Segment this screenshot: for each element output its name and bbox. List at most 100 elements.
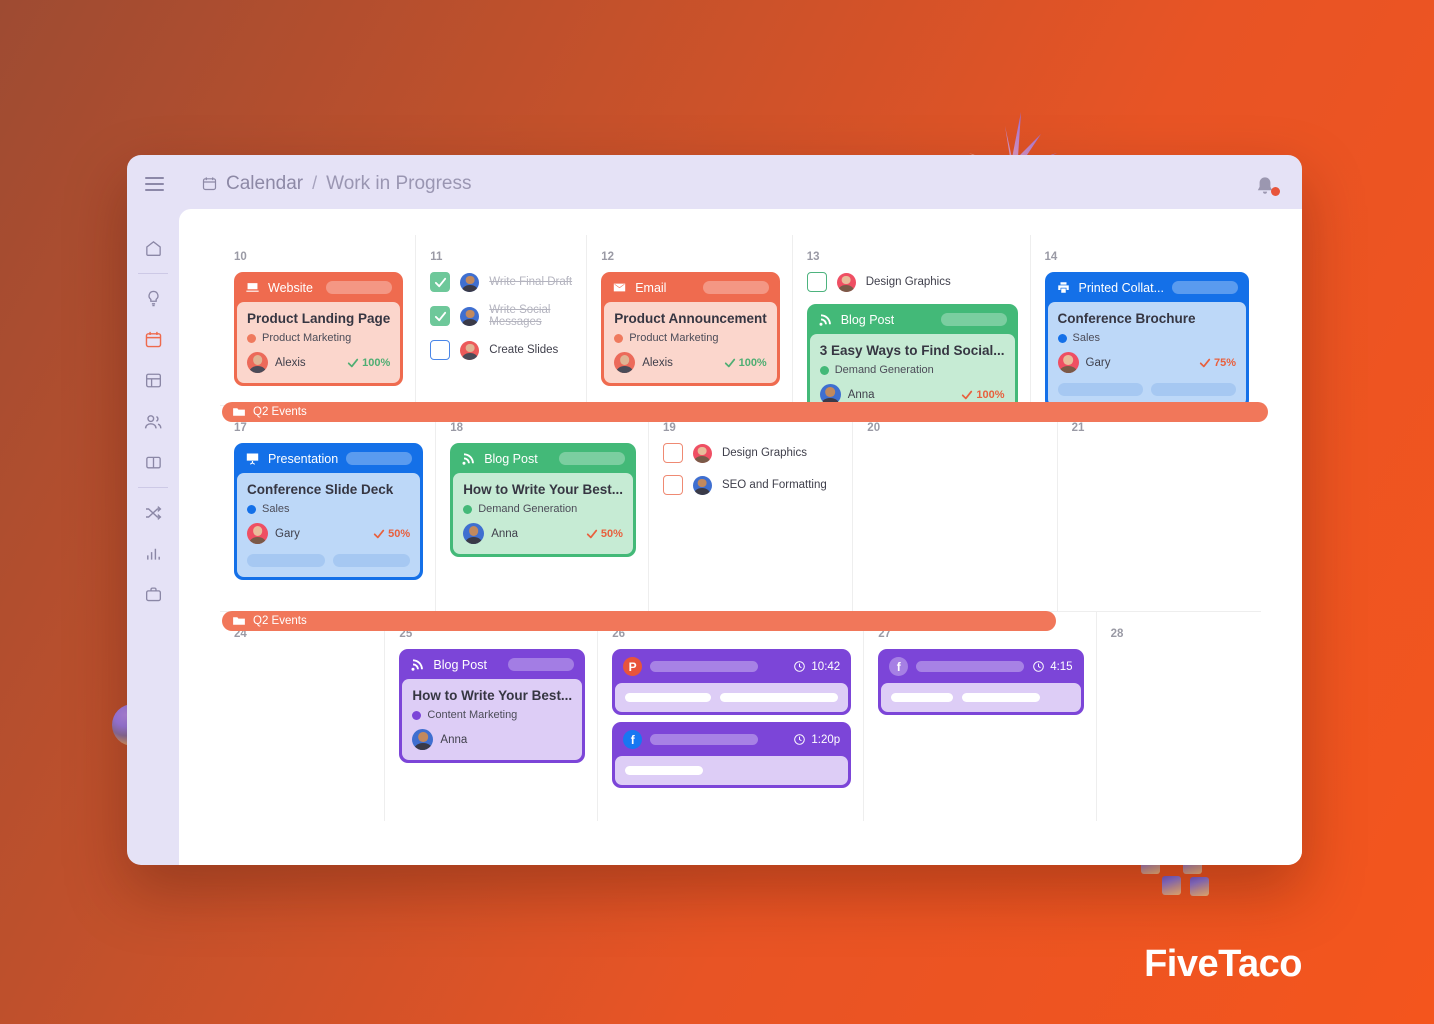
completion-percent: 100%	[347, 357, 390, 369]
check-icon	[724, 358, 735, 367]
calendar-day-cell[interactable]: 27 f 4:15	[864, 611, 1097, 821]
event-title: 3 Easy Ways to Find Social...	[819, 343, 1005, 358]
sidebar-item-home[interactable]	[132, 228, 174, 269]
gradient-square-decoration	[1190, 877, 1209, 896]
checkbox[interactable]	[430, 272, 451, 292]
event-card[interactable]: Email Product Announcement Product Marketi…	[601, 272, 780, 386]
checkbox[interactable]	[662, 443, 683, 463]
avatar	[614, 352, 636, 373]
check-icon	[434, 311, 446, 321]
completion-percent: 100%	[724, 357, 767, 369]
calendar-day-cell[interactable]: 20	[853, 405, 1058, 611]
sidebar-item-automations[interactable]	[132, 492, 174, 533]
event-card[interactable]: Printed Collat... Conference Brochure Sale…	[1044, 272, 1249, 409]
event-card-body: Conference Slide Deck Sales Gary 50%	[237, 473, 421, 577]
breadcrumb-item-calendar[interactable]: Calendar	[226, 173, 303, 195]
folder-icon	[233, 408, 245, 416]
checklist-item[interactable]: SEO and Formatting	[662, 475, 840, 495]
checklist-label: Write Final Draft	[489, 276, 573, 288]
calendar-day-cell[interactable]: 13 Design Graphics Blog Post 3 Easy Ways to…	[793, 235, 1031, 418]
checklist-item[interactable]: Write Final Draft	[430, 272, 574, 292]
avatar	[460, 340, 480, 360]
q2-events-label: Q2 Events	[253, 406, 307, 418]
envelope-icon	[614, 283, 626, 292]
assignee-name: Gary	[1085, 356, 1111, 369]
app-window: Calendar / Work in Progress 10 Website P…	[127, 155, 1302, 865]
checklist-item[interactable]: Write Social Messages	[430, 304, 574, 328]
placeholder-bar	[1057, 383, 1143, 396]
event-card-body: How to Write Your Best... Content Marketi…	[402, 679, 583, 760]
tag-color-dot	[412, 710, 422, 720]
event-card[interactable]: Blog Post 3 Easy Ways to Find Social... De…	[806, 304, 1018, 418]
event-card-body: Conference Brochure Sales Gary 75%	[1047, 302, 1246, 406]
assignee-name: Alexis	[275, 356, 306, 369]
event-title: How to Write Your Best...	[412, 688, 573, 703]
checkbox[interactable]	[662, 475, 683, 495]
gradient-square-decoration	[1162, 876, 1181, 895]
calendar-day-cell[interactable]: 28	[1096, 611, 1261, 821]
event-type-label: Printed Collat...	[1078, 280, 1164, 295]
clock-icon	[1033, 661, 1044, 672]
percent-value: 50%	[388, 527, 411, 540]
hamburger-menu-icon[interactable]	[145, 176, 171, 191]
calendar-day-cell[interactable]: 26 P 10:42 f 1:20p	[598, 611, 865, 821]
pinterest-icon: P	[623, 657, 643, 676]
sidebar-item-calendar[interactable]	[132, 319, 174, 360]
checklist-item[interactable]: Design Graphics	[806, 272, 1018, 292]
calendar-day-cell[interactable]: 18 Blog Post How to Write Your Best... Dema…	[436, 405, 649, 611]
placeholder-line	[962, 693, 1041, 702]
sidebar-item-analytics[interactable]	[132, 533, 174, 574]
breadcrumb-item-work-in-progress[interactable]: Work in Progress	[326, 173, 471, 195]
checkbox[interactable]	[430, 306, 451, 326]
social-post-card[interactable]: P 10:42	[612, 649, 852, 715]
calendar-day-cell[interactable]: 25 Blog Post How to Write Your Best... Cont…	[385, 611, 599, 821]
event-card-body: Product Announcement Product Marketing Ale…	[604, 302, 777, 383]
calendar-day-cell[interactable]: 10 Website Product Landing Page Product Mar…	[220, 235, 417, 405]
social-title-placeholder	[650, 734, 759, 745]
calendar-day-cell[interactable]: 24	[220, 611, 386, 821]
calendar-day-cell[interactable]: 17 Presentation Conference Slide Deck Sales…	[220, 405, 437, 611]
calendar-day-cell[interactable]: 11 Write Final Draft Write Social Messages…	[416, 235, 588, 405]
event-card[interactable]: Blog Post How to Write Your Best... Demand…	[450, 443, 636, 557]
sidebar-item-docs[interactable]	[132, 442, 174, 483]
q2-events-banner[interactable]: Q2 Events	[222, 402, 1268, 422]
event-placeholder-bars	[247, 554, 411, 567]
calendar-day-cell[interactable]: 14 Printed Collat... Conference Brochure Sa…	[1031, 235, 1261, 409]
calendar-day-cell[interactable]: 12 Email Product Announcement Product Marke…	[587, 235, 793, 405]
event-card[interactable]: Presentation Conference Slide Deck Sales Ga…	[234, 443, 424, 580]
q2-events-banner[interactable]: Q2 Events	[222, 611, 1056, 631]
day-number: 14	[1044, 251, 1058, 263]
sidebar-item-ideas[interactable]	[132, 278, 174, 319]
percent-value: 50%	[600, 527, 623, 540]
day-number: 10	[234, 251, 247, 263]
assignee-name: Anna	[491, 527, 519, 540]
event-title: Product Landing Page	[247, 311, 391, 326]
checkbox[interactable]	[806, 272, 827, 292]
check-icon	[962, 390, 973, 399]
assignee-name: Anna	[440, 733, 468, 746]
checklist-item[interactable]: Design Graphics	[662, 443, 840, 463]
time-value: 1:20p	[811, 733, 841, 746]
social-post-card[interactable]: f 4:15	[878, 649, 1084, 715]
checkbox[interactable]	[430, 340, 451, 360]
event-title: Product Announcement	[614, 311, 767, 326]
event-card-header: Email	[604, 275, 777, 302]
calendar-day-cell[interactable]: 19 Design Graphics SEO and Formatting	[648, 405, 854, 611]
sidebar-item-people[interactable]	[132, 401, 174, 442]
event-card[interactable]: Blog Post How to Write Your Best... Conten…	[399, 649, 586, 763]
tag-label: Product Marketing	[629, 332, 719, 344]
event-type-label: Website	[268, 280, 313, 295]
calendar-day-cell[interactable]: 21	[1057, 405, 1261, 611]
rss-icon	[819, 314, 831, 326]
sidebar-item-workspace[interactable]	[132, 574, 174, 615]
event-card[interactable]: Website Product Landing Page Product Marke…	[234, 272, 404, 386]
event-type-label: Blog Post	[433, 657, 487, 672]
checklist-item[interactable]: Create Slides	[430, 340, 574, 360]
event-assignee-row: Gary 75%	[1057, 352, 1236, 373]
tag-color-dot	[1057, 333, 1067, 343]
social-post-time: 10:42	[793, 660, 840, 673]
sidebar-item-dashboard[interactable]	[132, 360, 174, 401]
event-title: Conference Slide Deck	[247, 482, 394, 497]
completion-percent: 50%	[586, 528, 623, 540]
social-post-card[interactable]: f 1:20p	[612, 722, 852, 788]
